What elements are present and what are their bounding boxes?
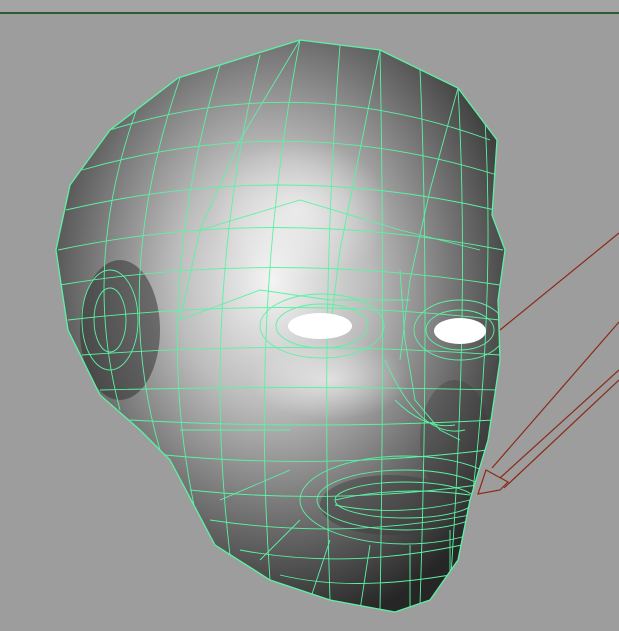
3d-viewport[interactable]: [0, 0, 619, 631]
right-eye: [434, 318, 486, 344]
left-eye: [288, 313, 352, 339]
head-mesh[interactable]: [55, 39, 510, 613]
scene-canvas[interactable]: [0, 0, 619, 631]
